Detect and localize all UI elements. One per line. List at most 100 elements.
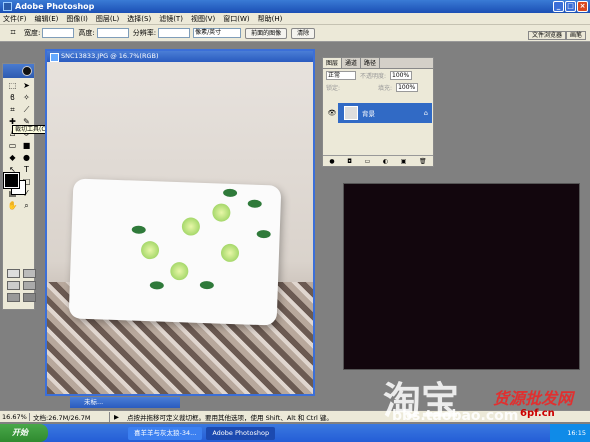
palette-well: 文件浏览器 画笔 [527,31,586,40]
lock-label: 锁定: [326,84,341,92]
app-titlebar: Adobe Photoshop _ □ × [0,0,590,13]
trash-icon[interactable]: 🗑 [419,158,427,165]
flower-2 [212,203,231,222]
opacity-field[interactable]: 100% [390,70,413,80]
layer-style-icon[interactable]: ● [329,158,334,165]
dodge-tool-icon[interactable]: ● [20,152,33,163]
fill-field[interactable]: 100% [396,82,419,92]
leaf-5 [149,281,164,290]
app-title: Adobe Photoshop [15,2,95,11]
layer-row-background[interactable]: 👁 背景 ⌂ [326,103,432,123]
tab-layers[interactable]: 图层 [323,58,343,68]
screen-mode-1-icon[interactable] [7,281,20,290]
screen-mode-2-icon[interactable] [23,281,36,290]
brushes-tab[interactable]: 画笔 [565,31,586,40]
minimize-button[interactable]: _ [553,1,564,12]
marquee-tool-icon[interactable]: ⬚ [6,80,19,91]
flower-1 [181,217,201,236]
lasso-tool-icon[interactable]: ϐ [6,92,19,103]
opacity-label: 不透明度: [360,72,387,80]
magic-wand-icon[interactable]: ✧ [20,92,33,103]
standard-mode-icon[interactable] [7,269,20,278]
menu-view[interactable]: 视图(V) [191,14,215,24]
crop-tool-button-icon[interactable]: ⌗ [6,104,19,115]
untitled-black-document[interactable] [343,183,580,370]
layer-name: 背景 [362,110,375,118]
menu-file[interactable]: 文件(F) [3,14,27,24]
document-title[interactable]: SNC13833.JPG @ 16.7%(RGB) [47,51,313,62]
menu-help[interactable]: 帮助(H) [258,14,283,24]
tab-channels[interactable]: 通道 [342,58,362,68]
foreground-color-swatch[interactable] [3,172,20,189]
close-button[interactable]: × [577,1,588,12]
leaf-3 [256,229,271,239]
minimized-document[interactable]: 未标... [70,397,180,408]
leaf-1 [222,188,238,198]
start-button[interactable]: 开始 [0,424,48,442]
zoom-level[interactable]: 16.67% [0,412,30,421]
layers-palette: 图层 通道 路径 正常 不透明度: 100% 锁定: 填充: 100% 👁 背景… [322,57,434,167]
bbs-watermark: bbs.taobao.com [392,408,519,424]
image-canvas[interactable] [47,62,313,394]
lock-icon: ⌂ [423,109,428,117]
6pf-url-watermark: 6pf.cn [520,408,555,419]
resolution-field[interactable] [158,28,191,38]
taskbar: 开始 喜羊羊与灰太狼-34... Adobe Photoshop 16:15 [0,424,590,442]
leaf-2 [247,199,262,208]
hand-tool-icon[interactable]: ✋ [6,200,19,211]
file-browser-tab[interactable]: 文件浏览器 [527,31,566,40]
height-label: 高度: [78,29,95,37]
screen-mode-3-icon[interactable] [7,293,20,302]
menu-filter[interactable]: 滤镜(T) [159,14,183,24]
play-arrow-icon[interactable]: ▶ [110,413,119,421]
toolbox-header[interactable] [3,64,34,78]
adjustment-layer-icon[interactable]: ◐ [383,158,388,165]
flower-3 [220,243,240,263]
photoshop-icon [3,2,12,11]
menu-window[interactable]: 窗口(W) [223,14,249,24]
jump-to-imageready-icon[interactable] [23,293,36,302]
flower-4 [170,261,189,281]
eraser-tool-icon[interactable]: ▭ [6,140,19,151]
layer-thumbnail [344,106,358,120]
layer-set-icon[interactable]: ▭ [365,158,371,165]
quickmask-mode-icon[interactable] [23,269,36,278]
menu-bar: 文件(F) 编辑(E) 图像(I) 图层(L) 选择(S) 滤镜(T) 视图(V… [0,13,590,25]
gradient-tool-icon[interactable]: ■ [20,140,33,151]
task-video[interactable]: 喜羊羊与灰太狼-34... [128,426,203,440]
move-tool-icon[interactable]: ➤ [20,80,33,91]
leaf-4 [131,225,146,234]
slice-tool-icon[interactable]: ⟋ [20,104,33,115]
blend-mode-select[interactable]: 正常 [326,70,356,80]
pillow-image [68,178,282,326]
resolution-label: 分辨率: [132,29,157,37]
maximize-button[interactable]: □ [565,1,576,12]
options-bar: ⌗ 宽度: 高度: 分辨率: 像素/英寸 前面的图像 清除 [0,25,590,42]
menu-edit[interactable]: 编辑(E) [35,14,59,24]
6pf-watermark: 货源批发网 [493,389,574,408]
eye-icon[interactable]: 👁 [326,103,338,123]
new-layer-icon[interactable]: ▣ [401,158,407,165]
menu-select[interactable]: 选择(S) [127,14,151,24]
width-field[interactable] [42,28,75,38]
type-tool-icon[interactable]: T [20,164,33,175]
status-hint: 点按并拖移可定义裁切框。要用其他选项，使用 Shift、Alt 和 Ctrl 键… [127,413,333,422]
crop-tool-icon[interactable]: ⌗ [6,27,20,39]
task-photoshop[interactable]: Adobe Photoshop [206,426,276,440]
width-label: 宽度: [24,29,41,37]
mask-icon[interactable]: ◘ [347,158,352,165]
front-image-button[interactable]: 前面的图像 [245,27,288,39]
zoom-tool-icon[interactable]: ⌕ [20,200,33,211]
clear-button[interactable]: 清除 [291,27,316,39]
height-field[interactable] [96,28,129,38]
menu-image[interactable]: 图像(I) [66,14,88,24]
unit-select[interactable]: 像素/英寸 [193,28,242,38]
eye-logo-icon [22,66,32,76]
doc-size: 文档:26.7M/26.7M [30,411,110,422]
clock: 16:15 [550,424,590,442]
tab-paths[interactable]: 路径 [361,58,381,68]
fill-label: 填充: [378,84,393,92]
menu-layer[interactable]: 图层(L) [96,14,119,24]
document-window: SNC13833.JPG @ 16.7%(RGB) [45,49,315,396]
blur-tool-icon[interactable]: ◆ [6,152,19,163]
